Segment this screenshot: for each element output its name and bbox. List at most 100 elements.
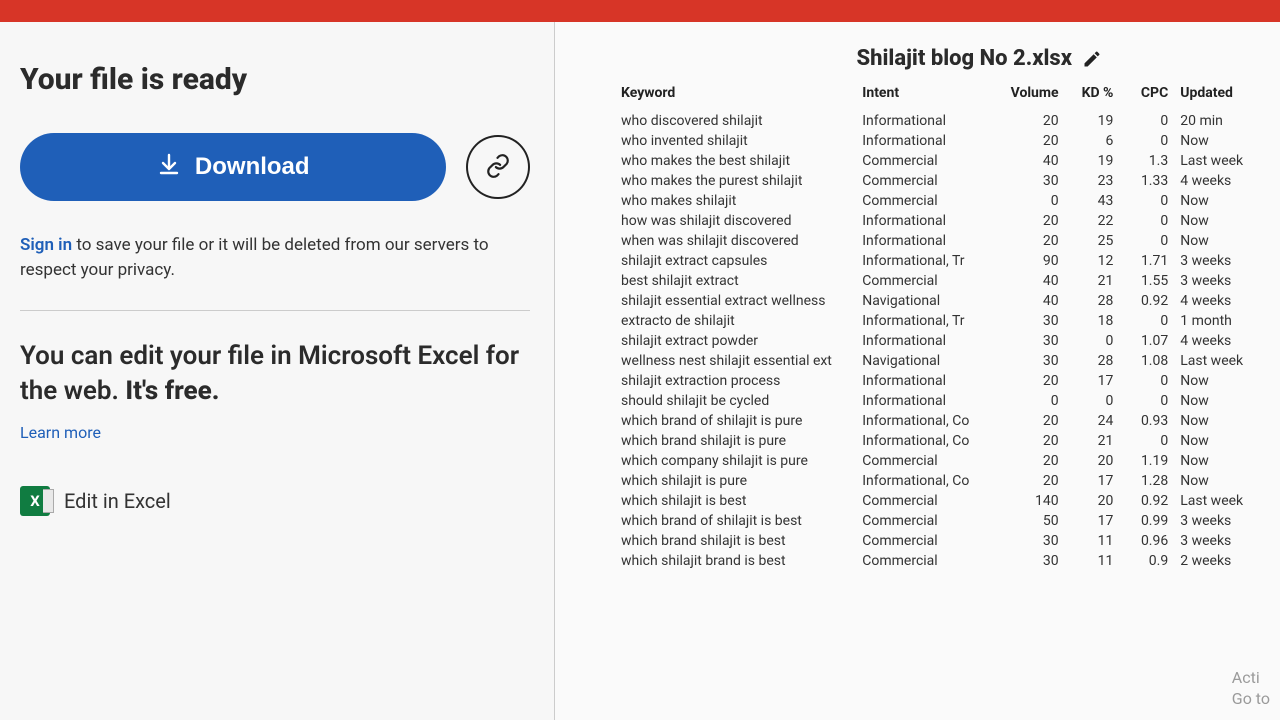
cell-keyword: who makes the purest shilajit	[615, 171, 856, 191]
table-row: extracto de shilajitInformational, Tr301…	[615, 311, 1262, 331]
cell-kd: 11	[1065, 531, 1120, 551]
cell-volume: 40	[999, 291, 1065, 311]
cell-volume: 30	[999, 171, 1065, 191]
cell-volume: 40	[999, 151, 1065, 171]
page-title: Your file is ready	[20, 62, 530, 97]
cell-kd: 21	[1065, 271, 1120, 291]
cell-kd: 19	[1065, 111, 1120, 131]
cell-kd: 17	[1065, 471, 1120, 491]
cell-intent: Informational, Tr	[856, 251, 999, 271]
windows-activation-watermark: Acti Go to	[1232, 668, 1270, 710]
edit-in-excel-label: Edit in Excel	[64, 489, 171, 513]
cell-volume: 0	[999, 191, 1065, 211]
cell-intent: Informational, Co	[856, 431, 999, 451]
cell-keyword: which brand shilajit is best	[615, 531, 856, 551]
cell-kd: 28	[1065, 291, 1120, 311]
cell-cpc: 0.9	[1119, 551, 1174, 571]
table-row: when was shilajit discoveredInformationa…	[615, 231, 1262, 251]
copy-link-button[interactable]	[466, 135, 530, 199]
table-row: who makes shilajitCommercial0430Now	[615, 191, 1262, 211]
cell-volume: 20	[999, 231, 1065, 251]
cell-intent: Informational	[856, 371, 999, 391]
cell-intent: Informational	[856, 111, 999, 131]
cell-updated: Now	[1174, 131, 1262, 151]
cell-kd: 6	[1065, 131, 1120, 151]
cell-keyword: which brand shilajit is pure	[615, 431, 856, 451]
cell-updated: 3 weeks	[1174, 531, 1262, 551]
cell-kd: 24	[1065, 411, 1120, 431]
table-row: which brand of shilajit is pureInformati…	[615, 411, 1262, 431]
col-keyword: Keyword	[615, 81, 856, 111]
cell-intent: Informational	[856, 211, 999, 231]
cell-updated: 3 weeks	[1174, 511, 1262, 531]
cell-updated: 3 weeks	[1174, 271, 1262, 291]
cell-kd: 17	[1065, 511, 1120, 531]
cell-volume: 30	[999, 331, 1065, 351]
cell-volume: 50	[999, 511, 1065, 531]
signin-link[interactable]: Sign in	[20, 235, 72, 255]
action-row: Download	[20, 133, 530, 201]
cell-kd: 20	[1065, 491, 1120, 511]
table-header-row: Keyword Intent Volume KD % CPC Updated	[615, 81, 1262, 111]
cell-updated: Now	[1174, 371, 1262, 391]
cell-cpc: 1.08	[1119, 351, 1174, 371]
table-row: who invented shilajitInformational2060No…	[615, 131, 1262, 151]
cell-updated: 4 weeks	[1174, 331, 1262, 351]
table-row: which brand of shilajit is bestCommercia…	[615, 511, 1262, 531]
cell-cpc: 0.92	[1119, 291, 1174, 311]
cell-updated: 20 min	[1174, 111, 1262, 131]
watermark-line1: Acti	[1232, 668, 1270, 689]
cell-intent: Commercial	[856, 191, 999, 211]
excel-icon: X	[20, 486, 50, 516]
cell-intent: Informational	[856, 331, 999, 351]
table-row: best shilajit extractCommercial40211.553…	[615, 271, 1262, 291]
pencil-icon[interactable]	[1082, 49, 1102, 69]
cell-intent: Navigational	[856, 351, 999, 371]
col-updated: Updated	[1174, 81, 1262, 111]
table-row: who makes the purest shilajitCommercial3…	[615, 171, 1262, 191]
watermark-line2: Go to	[1232, 689, 1270, 710]
cell-volume: 90	[999, 251, 1065, 271]
cell-kd: 21	[1065, 431, 1120, 451]
cell-intent: Informational, Co	[856, 411, 999, 431]
file-title-row: Shilajit blog No 2.xlsx	[615, 46, 1262, 71]
col-intent: Intent	[856, 81, 999, 111]
cell-intent: Commercial	[856, 451, 999, 471]
cell-updated: Now	[1174, 431, 1262, 451]
cell-keyword: who makes shilajit	[615, 191, 856, 211]
cell-cpc: 0	[1119, 371, 1174, 391]
cell-volume: 20	[999, 371, 1065, 391]
download-button[interactable]: Download	[20, 133, 446, 201]
table-row: wellness nest shilajit essential extNavi…	[615, 351, 1262, 371]
table-row: shilajit essential extract wellnessNavig…	[615, 291, 1262, 311]
cell-kd: 23	[1065, 171, 1120, 191]
cell-updated: 2 weeks	[1174, 551, 1262, 571]
table-row: how was shilajit discoveredInformational…	[615, 211, 1262, 231]
cell-volume: 0	[999, 391, 1065, 411]
cell-kd: 20	[1065, 451, 1120, 471]
cell-cpc: 0.99	[1119, 511, 1174, 531]
cell-intent: Informational	[856, 231, 999, 251]
cell-cpc: 1.3	[1119, 151, 1174, 171]
cell-keyword: which shilajit is best	[615, 491, 856, 511]
table-row: shilajit extract powderInformational3001…	[615, 331, 1262, 351]
cell-intent: Commercial	[856, 151, 999, 171]
cell-keyword: wellness nest shilajit essential ext	[615, 351, 856, 371]
cell-cpc: 1.71	[1119, 251, 1174, 271]
divider	[20, 310, 530, 311]
table-row: who discovered shilajitInformational2019…	[615, 111, 1262, 131]
cell-updated: Last week	[1174, 151, 1262, 171]
edit-promo: You can edit your file in Microsoft Exce…	[20, 339, 520, 409]
cell-kd: 28	[1065, 351, 1120, 371]
cell-intent: Informational, Co	[856, 471, 999, 491]
cell-kd: 0	[1065, 331, 1120, 351]
main-content: Your file is ready Download Sign in to s…	[0, 22, 1280, 720]
cell-cpc: 0	[1119, 111, 1174, 131]
table-row: shilajit extraction processInformational…	[615, 371, 1262, 391]
learn-more-link[interactable]: Learn more	[20, 423, 101, 442]
edit-in-excel-button[interactable]: X Edit in Excel	[20, 486, 530, 516]
cell-kd: 0	[1065, 391, 1120, 411]
cell-cpc: 0	[1119, 391, 1174, 411]
cell-volume: 20	[999, 431, 1065, 451]
cell-updated: 4 weeks	[1174, 171, 1262, 191]
